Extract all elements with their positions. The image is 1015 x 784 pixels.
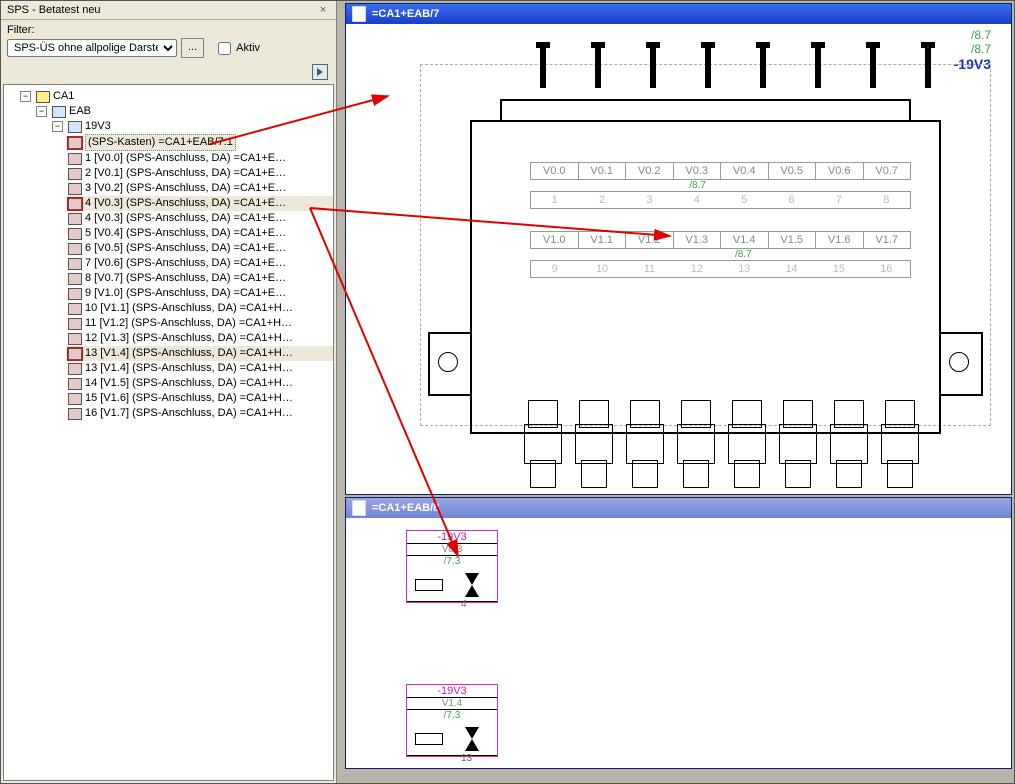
terminal-icon: [68, 243, 82, 255]
tree-node-19v3[interactable]: − 19V3: [52, 119, 333, 134]
tree-leaf[interactable]: 2 [V0.1] (SPS-Anschluss, DA) =CA1+E…: [68, 166, 333, 181]
sps-navigator-panel: SPS - Betatest neu × Filter: SPS-ÜS ohne…: [1, 1, 337, 783]
device-icon: [68, 121, 82, 133]
filter-select[interactable]: SPS-ÜS ohne allpolige Darstellung: [7, 39, 177, 57]
terminal-icon: [68, 198, 82, 210]
filter-label: Filter:: [7, 24, 35, 36]
terminal-icon: [68, 273, 82, 285]
module-icon: [52, 106, 66, 118]
doc2-title: =CA1+EAB/8: [372, 502, 439, 514]
page-icon: [352, 6, 366, 22]
terminal-icon: [68, 183, 82, 195]
terminal-icon: [68, 348, 82, 360]
tree-root[interactable]: − CA1: [20, 89, 333, 104]
tree-leaf[interactable]: 15 [V1.6] (SPS-Anschluss, DA) =CA1+H…: [68, 391, 333, 406]
tree-leaf[interactable]: 9 [V1.0] (SPS-Anschluss, DA) =CA1+E…: [68, 286, 333, 301]
tree-selected-box[interactable]: (SPS-Kasten) =CA1+EAB/7.1: [68, 134, 333, 151]
box-icon: [68, 137, 82, 149]
schematic-window-1[interactable]: =CA1+EAB/7 /8.7 /8.7 -19V3: [345, 3, 1012, 495]
collapse-icon[interactable]: −: [36, 106, 47, 117]
editor-area: =CA1+EAB/7 /8.7 /8.7 -19V3: [343, 1, 1014, 783]
tree-leaf[interactable]: 11 [V1.2] (SPS-Anschluss, DA) =CA1+H…: [68, 316, 333, 331]
schematic-window-2[interactable]: =CA1+EAB/8 -19V3 V0.3 /7.3 4 -19V3 V1.4 …: [345, 497, 1012, 769]
tree-node-eab[interactable]: − EAB: [36, 104, 333, 119]
doc1-titlebar[interactable]: =CA1+EAB/7: [346, 4, 1011, 24]
collapse-icon[interactable]: −: [52, 121, 63, 132]
terminal-icon: [68, 228, 82, 240]
tree-leaf[interactable]: 13 [V1.4] (SPS-Anschluss, DA) =CA1+H…: [68, 361, 333, 376]
terminal-icon: [68, 378, 82, 390]
filter-more-button[interactable]: ...: [181, 38, 204, 58]
play-icon[interactable]: [312, 64, 328, 80]
symbol-2[interactable]: -19V3 V1.4 /7.3 13: [406, 684, 498, 757]
active-checkbox[interactable]: Aktiv: [214, 39, 260, 58]
tree-leaf[interactable]: 12 [V1.3] (SPS-Anschluss, DA) =CA1+H…: [68, 331, 333, 346]
tree-leaf[interactable]: 14 [V1.5] (SPS-Anschluss, DA) =CA1+H…: [68, 376, 333, 391]
navigator-tree[interactable]: − CA1 − EAB: [3, 84, 334, 781]
terminal-icon: [68, 213, 82, 225]
device-drawing: V0.0V0.1 V0.2V0.3 V0.4V0.5 V0.6V0.7 /8.7…: [420, 54, 991, 486]
collapse-icon[interactable]: −: [20, 91, 31, 102]
terminal-icon: [68, 363, 82, 375]
tree-leaf[interactable]: 6 [V0.5] (SPS-Anschluss, DA) =CA1+E…: [68, 241, 333, 256]
symbol-1[interactable]: -19V3 V0.3 /7.3 4: [406, 530, 498, 603]
terminal-icon: [68, 408, 82, 420]
plc-icon: [36, 91, 50, 103]
tree-leaf[interactable]: 16 [V1.7] (SPS-Anschluss, DA) =CA1+H…: [68, 406, 333, 421]
doc1-title: =CA1+EAB/7: [372, 8, 439, 20]
terminal-icon: [68, 333, 82, 345]
terminal-icon: [68, 153, 82, 165]
terminal-icon: [68, 168, 82, 180]
tree-leaf[interactable]: 8 [V0.7] (SPS-Anschluss, DA) =CA1+E…: [68, 271, 333, 286]
terminal-icon: [68, 258, 82, 270]
tree-leaf[interactable]: 3 [V0.2] (SPS-Anschluss, DA) =CA1+E…: [68, 181, 333, 196]
tree-leaf[interactable]: 10 [V1.1] (SPS-Anschluss, DA) =CA1+H…: [68, 301, 333, 316]
close-icon[interactable]: ×: [316, 4, 330, 16]
page-icon: [352, 500, 366, 516]
terminal-icon: [68, 393, 82, 405]
panel-titlebar: SPS - Betatest neu ×: [1, 1, 336, 20]
terminal-icon: [68, 303, 82, 315]
tree-leaf[interactable]: 4 [V0.3] (SPS-Anschluss, DA) =CA1+E…: [68, 211, 333, 226]
tree-leaf-selected[interactable]: 13 [V1.4] (SPS-Anschluss, DA) =CA1+H…: [68, 346, 333, 361]
filter-label-row: Filter:: [1, 20, 336, 36]
tree-leaf-selected[interactable]: 4 [V0.3] (SPS-Anschluss, DA) =CA1+E…: [68, 196, 333, 211]
doc2-titlebar[interactable]: =CA1+EAB/8: [346, 498, 1011, 518]
tree-leaf[interactable]: 5 [V0.4] (SPS-Anschluss, DA) =CA1+E…: [68, 226, 333, 241]
active-checkbox-input[interactable]: [218, 42, 231, 55]
doc2-canvas[interactable]: -19V3 V0.3 /7.3 4 -19V3 V1.4 /7.3 13: [346, 518, 1011, 768]
tree-leaf[interactable]: 7 [V0.6] (SPS-Anschluss, DA) =CA1+E…: [68, 256, 333, 271]
terminal-icon: [68, 318, 82, 330]
panel-title-text: SPS - Betatest neu: [7, 4, 101, 16]
filter-row: SPS-ÜS ohne allpolige Darstellung ... Ak…: [1, 36, 336, 64]
doc1-canvas[interactable]: /8.7 /8.7 -19V3: [346, 24, 1011, 494]
terminal-icon: [68, 288, 82, 300]
tree-leaf[interactable]: 1 [V0.0] (SPS-Anschluss, DA) =CA1+E…: [68, 151, 333, 166]
